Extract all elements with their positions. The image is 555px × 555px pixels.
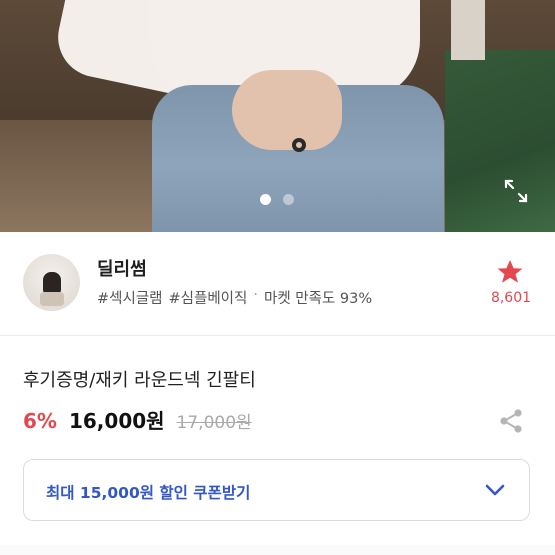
carousel-dot-2[interactable]	[283, 194, 294, 205]
seller-tags: #섹시글램 #심플베이직 · 마켓 만족도 93%	[97, 287, 372, 308]
star-icon[interactable]	[490, 259, 530, 285]
carousel-indicator	[260, 194, 294, 205]
bottom-divider	[0, 545, 555, 555]
background-grass	[445, 50, 555, 232]
model-hand	[232, 70, 342, 150]
background-pole	[451, 0, 485, 60]
seller-tag-2: #심플베이직	[168, 291, 248, 307]
seller-avatar[interactable]	[23, 254, 80, 311]
seller-section: 딜리썸 #섹시글램 #심플베이직 · 마켓 만족도 93% 8,601	[0, 232, 555, 336]
expand-icon[interactable]	[503, 178, 529, 204]
chevron-down-icon	[485, 484, 505, 496]
price-row: 6% 16,000원 17,000원	[23, 405, 252, 434]
coupon-label: 최대 15,000원 할인 쿠폰받기	[46, 484, 251, 502]
product-title: 후기증명/재키 라운드넥 긴팔티	[23, 370, 256, 391]
seller-name[interactable]: 딜리썸	[97, 255, 147, 281]
avatar-figure	[43, 272, 61, 294]
carousel-dot-1[interactable]	[260, 194, 271, 205]
favorite-count: 8,601	[490, 290, 532, 306]
model-ring	[292, 138, 306, 152]
original-price: 17,000원	[176, 413, 252, 433]
tag-separator: ·	[253, 287, 258, 303]
discount-rate: 6%	[23, 409, 57, 433]
market-satisfaction: 마켓 만족도 93%	[263, 291, 373, 307]
avatar-figure-body	[40, 292, 64, 306]
sale-price: 16,000원	[68, 409, 165, 433]
product-image-carousel[interactable]	[0, 0, 555, 232]
share-icon[interactable]	[499, 408, 523, 434]
seller-tag-1: #섹시글램	[97, 291, 163, 307]
coupon-button[interactable]: 최대 15,000원 할인 쿠폰받기	[23, 459, 530, 521]
